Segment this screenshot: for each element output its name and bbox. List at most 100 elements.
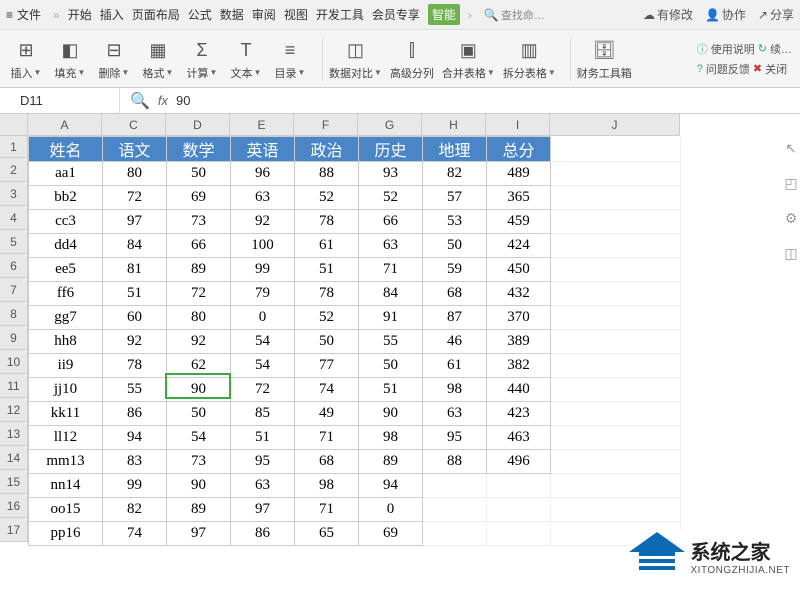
cell[interactable]: 489 — [487, 162, 551, 186]
cell[interactable]: 62 — [167, 354, 231, 378]
modify-status[interactable]: ☁有修改 — [643, 6, 693, 23]
cell[interactable]: 63 — [423, 402, 487, 426]
collab-button[interactable]: 👤协作 — [705, 6, 746, 23]
cell[interactable]: 94 — [103, 426, 167, 450]
tool-目录[interactable]: ≡目录▼ — [272, 37, 308, 81]
cell[interactable]: 432 — [487, 282, 551, 306]
cell[interactable] — [551, 402, 681, 426]
header-cell[interactable]: 政治 — [295, 137, 359, 162]
cell[interactable]: 98 — [295, 474, 359, 498]
row-header-6[interactable]: 6 — [0, 254, 28, 278]
cell[interactable]: 63 — [359, 234, 423, 258]
tab-开发工具[interactable]: 开发工具 — [316, 8, 364, 22]
cell[interactable]: 72 — [167, 282, 231, 306]
cell[interactable]: 60 — [103, 306, 167, 330]
tool-插入[interactable]: ⊞插入▼ — [8, 37, 44, 81]
cell[interactable]: 92 — [231, 210, 295, 234]
header-cell[interactable]: 英语 — [231, 137, 295, 162]
col-header-H[interactable]: H — [422, 114, 486, 136]
row-header-15[interactable]: 15 — [0, 470, 28, 494]
cell[interactable]: 95 — [231, 450, 295, 474]
cell[interactable]: aa1 — [29, 162, 103, 186]
cell[interactable] — [487, 522, 551, 546]
cell[interactable]: 82 — [103, 498, 167, 522]
close-icon[interactable]: ✖ — [753, 62, 762, 75]
cell[interactable]: ff6 — [29, 282, 103, 306]
row-header-1[interactable]: 1 — [0, 136, 28, 158]
header-cell[interactable]: 地理 — [423, 137, 487, 162]
cell[interactable]: 49 — [295, 402, 359, 426]
hamburger-icon[interactable]: ≡ — [6, 8, 13, 22]
cell[interactable]: 69 — [359, 522, 423, 546]
row-header-14[interactable]: 14 — [0, 446, 28, 470]
cell[interactable]: 80 — [103, 162, 167, 186]
cell[interactable]: 82 — [423, 162, 487, 186]
cell[interactable]: 51 — [103, 282, 167, 306]
cell[interactable] — [551, 210, 681, 234]
cell[interactable]: 52 — [359, 186, 423, 210]
settings-icon[interactable]: ⚙ — [785, 210, 798, 227]
cell[interactable]: 50 — [359, 354, 423, 378]
cell[interactable]: 54 — [231, 330, 295, 354]
cell[interactable]: 83 — [103, 450, 167, 474]
tool-删除[interactable]: ⊟删除▼ — [96, 37, 132, 81]
fx-label[interactable]: fx — [158, 93, 168, 108]
cell[interactable]: 71 — [359, 258, 423, 282]
row-header-16[interactable]: 16 — [0, 494, 28, 518]
file-menu[interactable]: 文件 — [17, 6, 41, 23]
cell[interactable]: 365 — [487, 186, 551, 210]
header-cell[interactable]: 总分 — [487, 137, 551, 162]
cursor-icon[interactable]: ↖ — [785, 140, 797, 157]
cell[interactable]: 52 — [295, 186, 359, 210]
cell[interactable]: 463 — [487, 426, 551, 450]
tool-合并表格[interactable]: ▣合并表格▼ — [442, 37, 495, 81]
cell[interactable]: 440 — [487, 378, 551, 402]
cell[interactable]: mm13 — [29, 450, 103, 474]
cell[interactable]: 78 — [295, 210, 359, 234]
cell[interactable]: 61 — [423, 354, 487, 378]
tool-高级分列[interactable]: ⫿高级分列 — [390, 37, 434, 81]
cell[interactable]: pp16 — [29, 522, 103, 546]
cell[interactable]: 53 — [423, 210, 487, 234]
cell[interactable]: nn14 — [29, 474, 103, 498]
feedback-link[interactable]: ?问题反馈 ✖关闭 — [697, 61, 792, 77]
cell[interactable]: 90 — [167, 378, 231, 402]
cell[interactable]: 55 — [103, 378, 167, 402]
col-header-J[interactable]: J — [550, 114, 680, 136]
row-header-17[interactable]: 17 — [0, 518, 28, 542]
cell[interactable] — [551, 234, 681, 258]
tab-开始[interactable]: 开始 — [68, 8, 92, 22]
cell[interactable]: 66 — [359, 210, 423, 234]
tab-active[interactable]: 智能 — [428, 4, 460, 25]
cell[interactable]: 0 — [359, 498, 423, 522]
tool-计算[interactable]: Σ计算▼ — [184, 37, 220, 81]
cell[interactable]: 61 — [295, 234, 359, 258]
cell[interactable]: dd4 — [29, 234, 103, 258]
header-cell[interactable]: 姓名 — [29, 137, 103, 162]
search-fx-icon[interactable]: 🔍 — [130, 91, 150, 111]
cell[interactable]: 78 — [103, 354, 167, 378]
header-cell[interactable]: 语文 — [103, 137, 167, 162]
cell[interactable]: 73 — [167, 450, 231, 474]
formula-input[interactable]: 90 — [176, 93, 190, 108]
tab-审阅[interactable]: 审阅 — [252, 8, 276, 22]
cell[interactable]: 88 — [423, 450, 487, 474]
cell[interactable] — [487, 474, 551, 498]
col-header-C[interactable]: C — [102, 114, 166, 136]
cell[interactable]: 96 — [231, 162, 295, 186]
cell[interactable]: 389 — [487, 330, 551, 354]
cell[interactable]: 98 — [359, 426, 423, 450]
cell[interactable]: 72 — [231, 378, 295, 402]
cell[interactable] — [551, 330, 681, 354]
row-header-9[interactable]: 9 — [0, 326, 28, 350]
cell[interactable]: 50 — [167, 402, 231, 426]
cell[interactable]: 79 — [231, 282, 295, 306]
cell[interactable]: 423 — [487, 402, 551, 426]
cell[interactable] — [551, 378, 681, 402]
cell[interactable]: hh8 — [29, 330, 103, 354]
tool-填充[interactable]: ◧填充▼ — [52, 37, 88, 81]
cell[interactable] — [423, 522, 487, 546]
row-header-13[interactable]: 13 — [0, 422, 28, 446]
cell[interactable]: 68 — [423, 282, 487, 306]
cell[interactable] — [423, 498, 487, 522]
